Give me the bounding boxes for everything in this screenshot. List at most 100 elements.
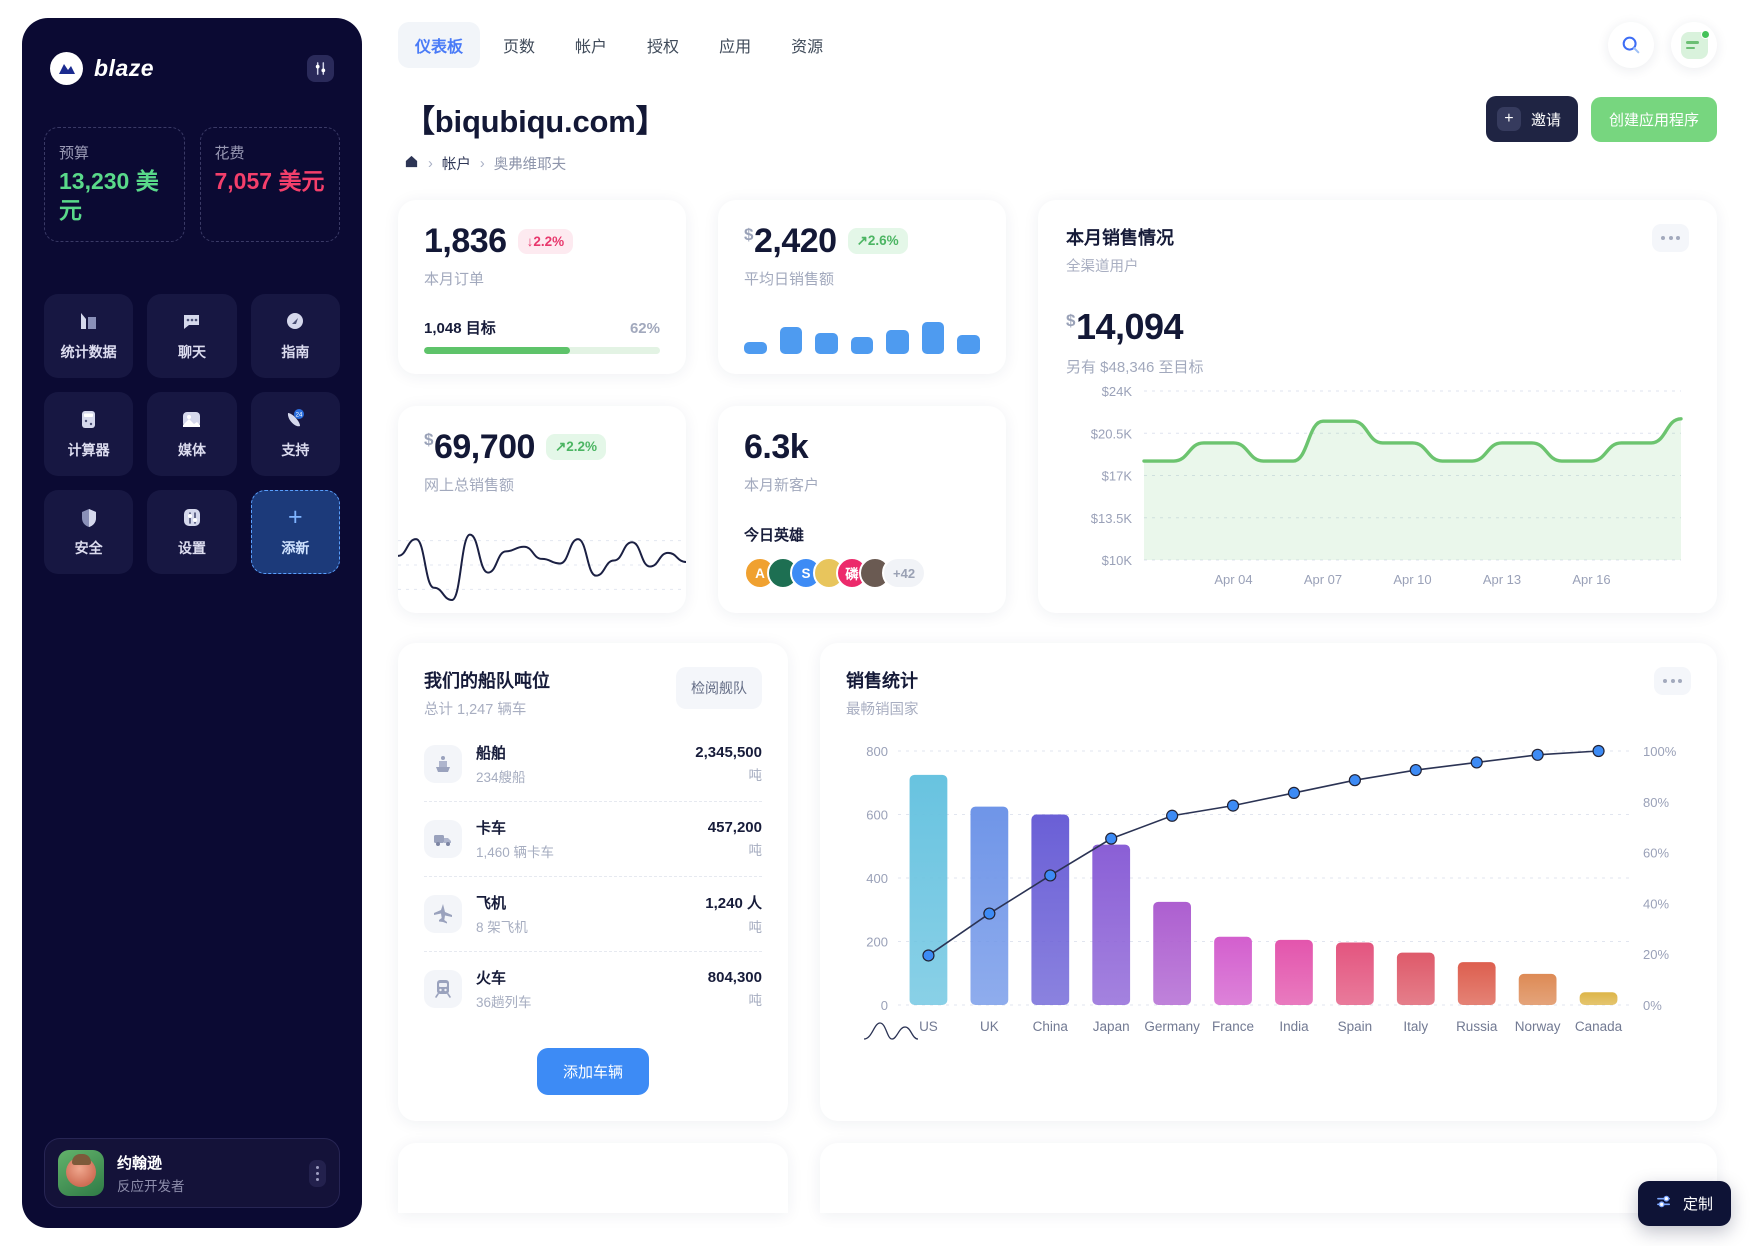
tab-页数[interactable]: 页数 [486,22,552,68]
fleet-row-meta: 卡车 1,460 辆卡车 [476,817,694,861]
breadcrumb-item-current: 奥弗维耶夫 [493,157,567,173]
svg-text:Apr 13: Apr 13 [1483,572,1521,587]
tab-应用[interactable]: 应用 [702,22,768,68]
plus-icon: + [1496,107,1521,131]
sidebar-item-5[interactable]: 媒体 [147,391,237,476]
search-icon[interactable] [1608,22,1654,68]
sidebar-item-3[interactable]: 指南 [250,293,340,378]
new-customers-value: 6.3k [744,427,809,466]
kebab-menu-icon[interactable] [309,1159,326,1187]
notes-icon[interactable] [1671,22,1717,68]
sliders-icon [1656,1193,1673,1214]
review-fleet-button[interactable]: 检阅舰队 [676,667,762,709]
page-head-left: 【biqubiqu.com】 › 帐户 › 奥弗维耶夫 [404,96,667,174]
spend-label: 花费 [214,145,245,162]
online-sales-top: $69,700 ↗2.2% [424,430,660,464]
avg-daily-number: 2,420 [753,222,837,260]
fleet-row-value: 1,240 人吨 [705,892,762,936]
sidebar-item-8[interactable]: 设置 [147,489,237,574]
fleet-row-value: 2,345,500 吨 [695,744,762,784]
fleet-row-meta: 船舶 234艘船 [476,742,681,786]
avg-daily-label: 平均日销售额 [744,271,835,288]
svg-text:$17K: $17K [1102,469,1133,484]
orders-progress-track [424,346,660,354]
svg-text:Canada: Canada [1575,1019,1623,1034]
online-sales-delta: 2.2% [566,438,598,454]
page-title: 【biqubiqu.com】 [404,104,667,139]
create-app-button[interactable]: 创建应用程序 [1590,96,1717,142]
sidebar-item-9[interactable]: + 添新 [250,489,340,574]
fleet-row[interactable]: 船舶 234艘船 2,345,500 吨 [424,727,762,802]
budget-row: 预算 13,230 美元 花费 7,057 美元 [44,127,340,242]
mini-bar [850,336,874,354]
svg-text:0%: 0% [1643,998,1662,1013]
mini-bar [886,329,909,354]
fleet-row-number: 1,240 人 [705,895,762,912]
trend-up-icon: ↗ [856,233,868,248]
sales-stats-head: 销售统计 最畅销国家 [846,667,1691,719]
train-icon [424,970,462,1008]
currency-symbol: $ [424,430,433,450]
budget-box: 预算 13,230 美元 [44,127,185,242]
mini-bar [957,335,981,354]
sidebar-item-6[interactable]: 24 支持 [250,391,340,476]
fleet-row[interactable]: 飞机 8 架飞机 1,240 人吨 [424,877,762,952]
avatar-more-count[interactable]: +42 [882,557,927,589]
dots-menu-icon[interactable] [1652,224,1689,252]
tab-授权[interactable]: 授权 [630,22,696,68]
online-sales-delta-badge: ↗2.2% [545,433,607,460]
sliders-icon [180,506,204,530]
notes-glyph [1680,29,1710,59]
svg-text:Russia: Russia [1456,1019,1498,1034]
sidebar-item-label: 设置 [177,539,206,556]
currency-symbol: $ [1066,311,1075,330]
fleet-titles: 我们的船队吨位 总计 1,247 辆车 [424,667,550,719]
mini-bar [815,333,838,354]
svg-text:100%: 100% [1643,744,1677,759]
online-sales-card: $69,700 ↗2.2% 网上总销售额 [397,405,687,613]
avg-daily-minibars [718,312,1006,374]
dots-menu-icon[interactable] [1654,667,1691,695]
metric-grid: 1,836 ↓2.2% 本月订单 1,048 目标 62% $2,420 ↗2.… [397,200,1717,613]
orders-progress-fill [424,346,571,354]
sidebar-item-7[interactable]: 安全 [44,489,134,574]
orders-card: 1,836 ↓2.2% 本月订单 1,048 目标 62% [398,200,686,374]
sidebar-item-2[interactable]: 聊天 [147,293,237,378]
bottom-partial-cards [398,1143,1717,1213]
customize-button[interactable]: 定制 [1637,1181,1731,1226]
fleet-row-value: 457,200 吨 [708,819,762,859]
brand[interactable]: blaze [50,52,154,85]
heroes-title: 今日英雄 [744,527,805,544]
sales-stats-titles: 销售统计 最畅销国家 [846,667,919,719]
shield-icon [77,506,101,530]
breadcrumb-item-account[interactable]: 帐户 [442,153,471,174]
orders-body: 1,836 ↓2.2% 本月订单 1,048 目标 62% [398,200,686,374]
main-content: 仪表板 页数 帐户 授权 应用 资源 【biqubiqu.com】 › 帐户 ›… [362,0,1753,1246]
sliders-icon[interactable] [307,55,334,82]
fleet-subtitle: 总计 1,247 辆车 [424,702,527,718]
invite-button[interactable]: + 邀请 [1485,96,1578,142]
sidebar-item-4[interactable]: 计算器 [44,391,134,476]
breadcrumb: › 帐户 › 奥弗维耶夫 [404,153,666,174]
add-vehicle-button[interactable]: 添加车辆 [536,1048,649,1095]
monthly-sales-title: 本月销售情况 [1066,228,1174,248]
svg-text:China: China [1033,1019,1069,1034]
currency-symbol: $ [744,224,753,244]
fleet-row-note: 1,460 辆卡车 [476,845,555,860]
sidebar-item-label: 支持 [281,441,310,458]
tab-仪表板[interactable]: 仪表板 [398,22,481,68]
sidebar-item-label: 媒体 [177,441,206,458]
svg-text:UK: UK [980,1019,999,1034]
sidebar-user-card[interactable]: 约翰逊 反应开发者 [44,1138,340,1208]
sidebar-item-1[interactable]: 统计数据 [44,293,134,378]
tab-资源[interactable]: 资源 [774,22,840,68]
home-icon[interactable] [404,154,419,173]
fleet-row[interactable]: 卡车 1,460 辆卡车 457,200 吨 [424,802,762,877]
plus-icon: + [288,503,303,531]
pareto-chart: 0 200 400 600 800 0% 20% 40% 60% 80% 100% US UK China… [846,739,1691,1040]
mini-bar [779,327,803,354]
avg-daily-sales-card: $2,420 ↗2.6% 平均日销售额 [718,200,1006,374]
tab-帐户[interactable]: 帐户 [558,22,624,68]
svg-text:$10K: $10K [1102,553,1133,568]
fleet-row[interactable]: 火车 36趟列车 804,300 吨 [424,952,762,1026]
